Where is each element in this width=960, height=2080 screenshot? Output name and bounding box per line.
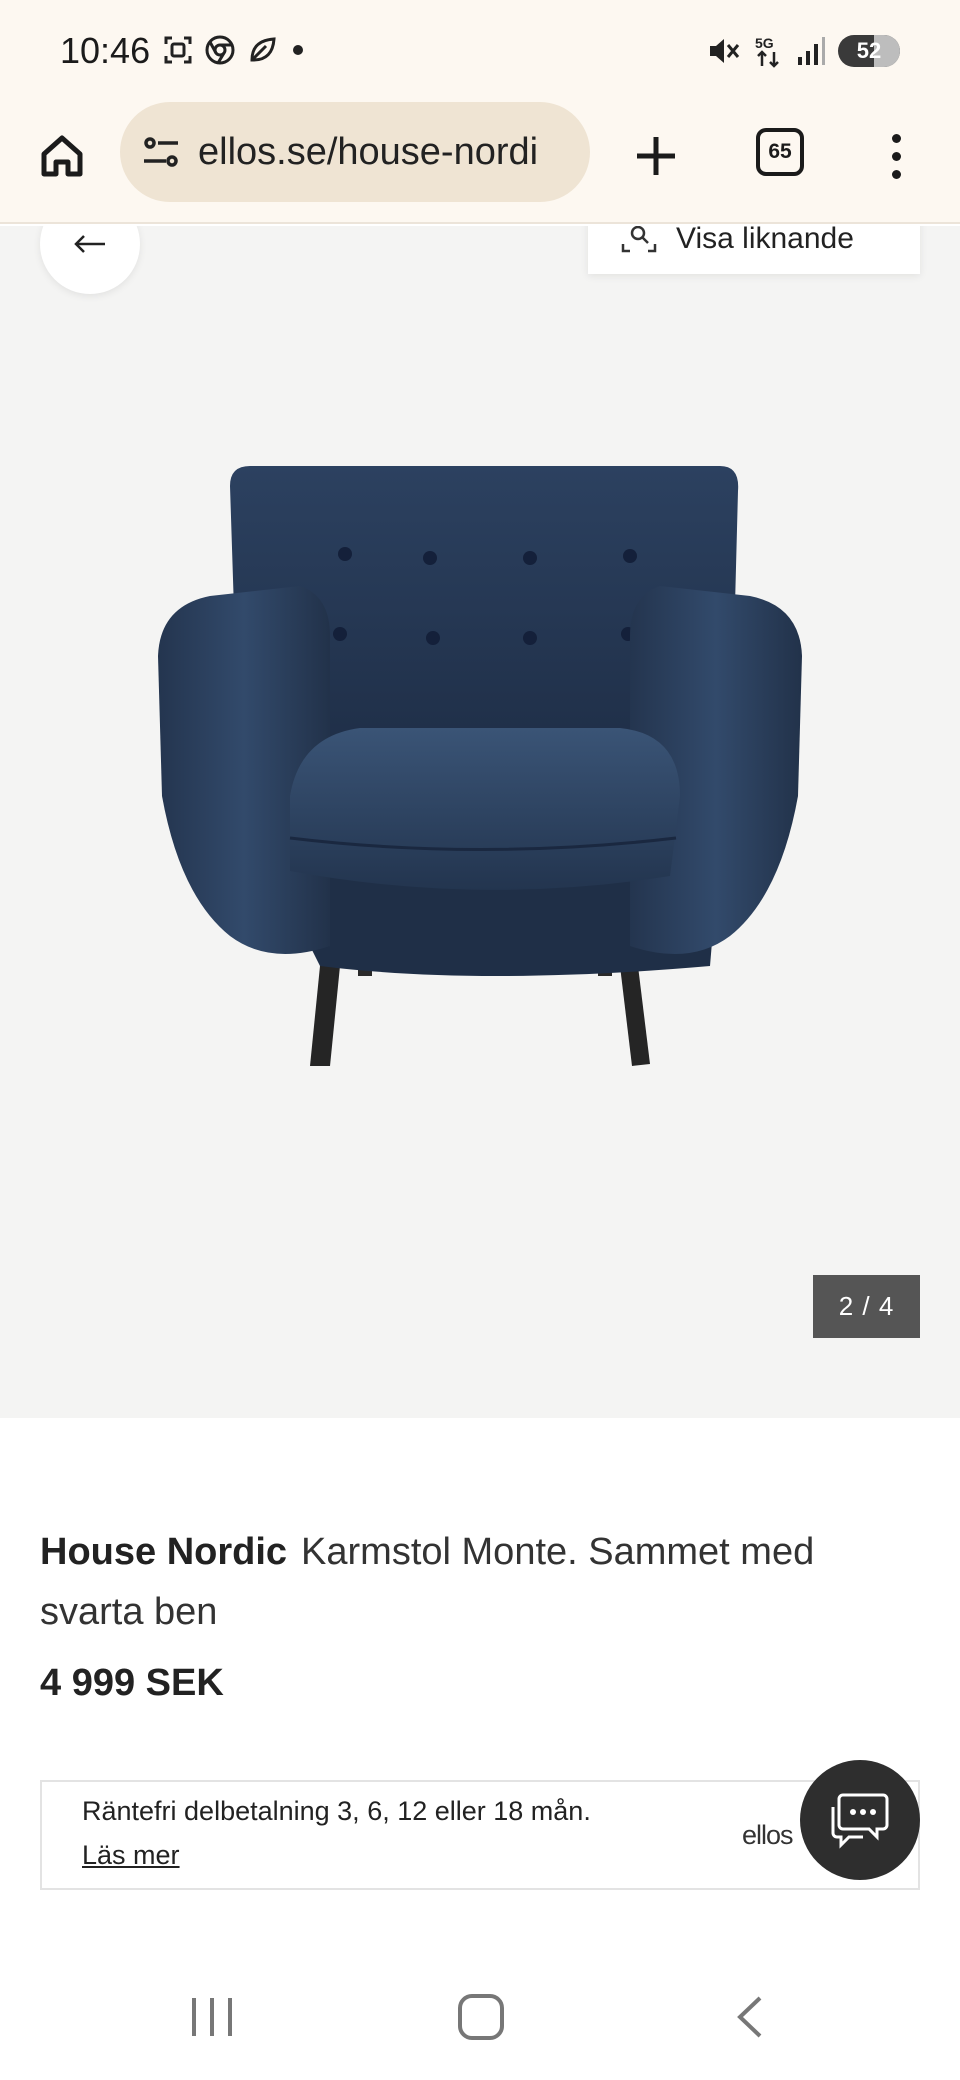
product-price: 4 999 SEK xyxy=(40,1662,224,1704)
mute-icon xyxy=(710,39,740,63)
chrome-icon xyxy=(205,35,235,65)
chat-button[interactable] xyxy=(800,1760,920,1880)
product-image-gallery[interactable]: Visa liknande 2 / 4 xyxy=(0,226,960,1418)
browser-menu-button[interactable] xyxy=(876,124,916,188)
product-image-armchair xyxy=(158,466,802,1066)
chat-icon xyxy=(831,1793,889,1849)
menu-dot xyxy=(891,151,901,161)
new-tab-button[interactable] xyxy=(622,122,690,190)
visual-search-icon xyxy=(621,226,657,253)
read-more-link[interactable]: Läs mer xyxy=(82,1840,180,1871)
dot-icon xyxy=(293,45,303,55)
screenshot-icon xyxy=(164,36,192,64)
status-time: 10:46 xyxy=(60,30,151,71)
status-bar: 10:46 5G 52 xyxy=(0,0,960,100)
url-bar[interactable]: ellos.se/house-nordi xyxy=(120,102,590,202)
browser-toolbar: ellos.se/house-nordi 65 xyxy=(0,100,960,224)
5g-icon: 5G xyxy=(755,35,779,68)
leaf-icon xyxy=(250,37,276,62)
svg-text:5G: 5G xyxy=(755,35,774,51)
tab-switcher-button[interactable]: 65 xyxy=(756,128,804,176)
site-settings-icon[interactable] xyxy=(140,131,182,173)
ellos-logo: ellos xyxy=(742,1820,794,1850)
product-title: House Nordic Karmstol Monte. Sammet med s… xyxy=(40,1522,920,1642)
arrow-left-icon xyxy=(74,235,105,253)
battery-indicator: 52 xyxy=(838,35,900,67)
status-system-icons: 5G 52 xyxy=(706,34,900,68)
image-counter: 2 / 4 xyxy=(813,1275,920,1338)
system-navigation-bar xyxy=(0,1960,960,2080)
url-text[interactable]: ellos.se/house-nordi xyxy=(198,131,538,174)
financing-text: Räntefri delbetalning 3, 6, 12 eller 18 … xyxy=(82,1796,591,1826)
home-button[interactable] xyxy=(30,124,94,188)
recent-apps-button[interactable] xyxy=(192,1998,232,2036)
financing-banner: Räntefri delbetalning 3, 6, 12 eller 18 … xyxy=(40,1780,920,1890)
menu-dot xyxy=(891,133,901,143)
menu-dot xyxy=(891,169,901,179)
status-notification-icons xyxy=(162,34,308,66)
signal-icon xyxy=(798,37,825,65)
show-similar-label: Visa liknande xyxy=(676,226,854,255)
back-nav-icon[interactable] xyxy=(730,1994,770,2040)
product-brand[interactable]: House Nordic xyxy=(40,1531,287,1573)
show-similar-button[interactable]: Visa liknande xyxy=(588,226,920,274)
back-button[interactable] xyxy=(40,226,140,294)
home-icon xyxy=(41,135,83,177)
home-nav-button[interactable] xyxy=(458,1994,504,2040)
plus-icon xyxy=(637,137,675,175)
